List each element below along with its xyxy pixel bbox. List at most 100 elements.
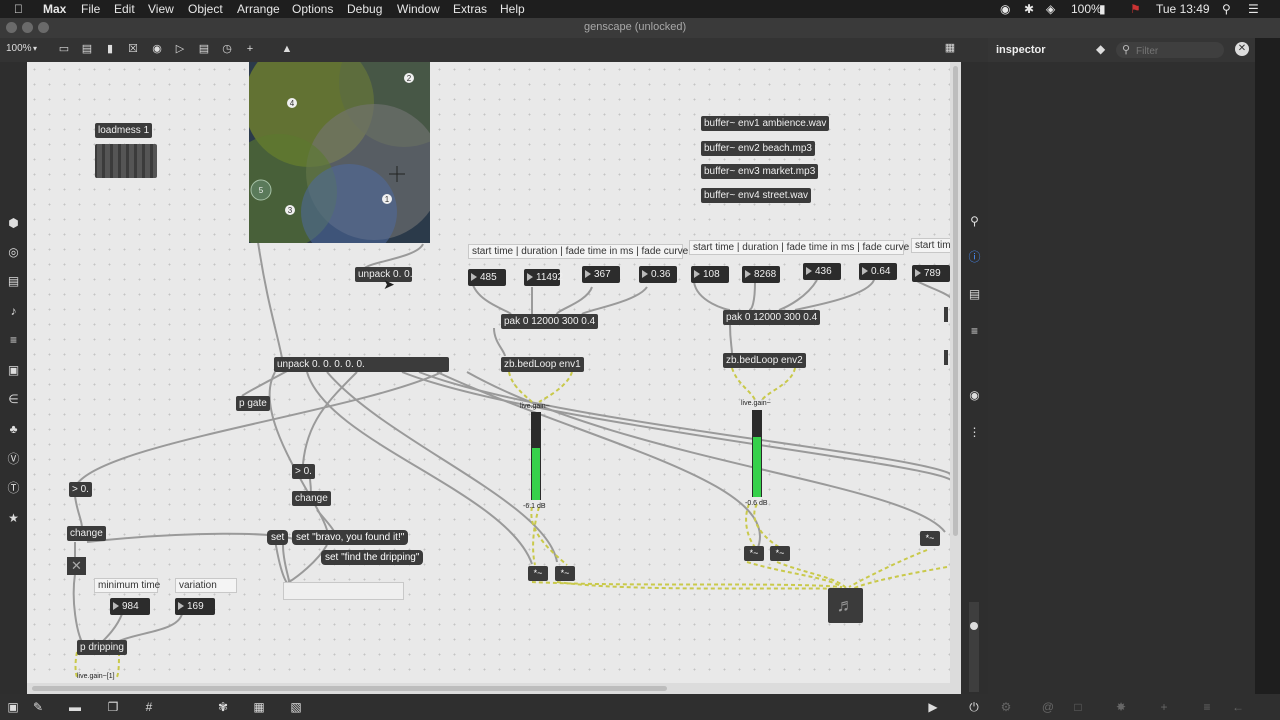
new-message-icon[interactable]: ▤: [81, 43, 93, 55]
add-object-icon[interactable]: +: [244, 43, 256, 55]
filter-input[interactable]: [1134, 43, 1222, 59]
number-box-fade-time[interactable]: 367: [582, 266, 620, 283]
at-icon[interactable]: @: [1041, 700, 1055, 714]
bluetooth-icon[interactable]: ✱: [1024, 2, 1034, 16]
number-box-fade-curve[interactable]: 0.64: [859, 263, 897, 280]
menu-object[interactable]: Object: [188, 2, 223, 16]
multiply-signal-object[interactable]: *~: [555, 566, 575, 581]
volume-slider-knob[interactable]: [970, 622, 978, 630]
wifi-icon[interactable]: ◈: [1046, 2, 1055, 16]
change-object[interactable]: change: [292, 491, 331, 506]
notification-center-icon[interactable]: ☰: [1248, 2, 1259, 16]
grid-icon[interactable]: #: [142, 700, 156, 714]
number-box-duration[interactable]: 8268: [742, 266, 780, 283]
number-box-min-time[interactable]: 984: [110, 598, 150, 615]
live-gain-meter[interactable]: [752, 410, 762, 497]
dial-object-icon[interactable]: ◷: [221, 43, 233, 55]
camera-icon[interactable]: ◉: [967, 388, 982, 403]
menu-max[interactable]: Max: [43, 2, 66, 16]
number-box-start-time[interactable]: 485: [468, 269, 506, 286]
number-object-icon[interactable]: ▷: [174, 43, 186, 55]
music-note-icon[interactable]: ♪: [6, 304, 21, 319]
change-object[interactable]: change: [67, 526, 106, 541]
v-icon[interactable]: Ⓥ: [6, 452, 21, 467]
number-box-start-time[interactable]: 108: [691, 266, 729, 283]
edit-mode-icon[interactable]: ✎: [31, 700, 45, 714]
multiply-signal-object[interactable]: *~: [528, 566, 548, 581]
spotlight-icon[interactable]: ⚲: [1222, 2, 1231, 16]
image-icon[interactable]: ▣: [6, 363, 21, 378]
live-gain-meter[interactable]: [531, 412, 541, 500]
paperclip-icon[interactable]: ∈: [6, 392, 21, 407]
play-icon[interactable]: ▶: [926, 700, 940, 714]
unpack-object[interactable]: unpack 0. 0. 0. 0. 0.: [274, 357, 449, 372]
greater-than-object[interactable]: > 0.: [292, 464, 315, 479]
frame-icon[interactable]: □: [1071, 700, 1085, 714]
slider-object-icon[interactable]: ▤: [198, 43, 210, 55]
number-box-duration[interactable]: 11492: [524, 269, 563, 286]
menu-view[interactable]: View: [148, 2, 174, 16]
filter-field[interactable]: ⚲: [1116, 42, 1224, 59]
comment-icon[interactable]: ▮: [104, 43, 116, 55]
list-icon[interactable]: ≡: [967, 324, 982, 339]
record-icon[interactable]: ◉: [1000, 2, 1010, 16]
dripping-message[interactable]: set "find the dripping": [321, 550, 424, 565]
search-icon[interactable]: ⚲: [967, 214, 982, 229]
apple-menu-icon[interactable]: : [14, 2, 23, 16]
horizontal-scroll-thumb[interactable]: [32, 686, 667, 691]
menu-window[interactable]: Window: [397, 2, 440, 16]
book-icon[interactable]: ▤: [967, 287, 982, 302]
new-object-icon[interactable]: ▭: [58, 43, 70, 55]
puzzle-icon[interactable]: ♣: [6, 422, 21, 437]
nodes-xy-display[interactable]: 1 2 3 4 5: [249, 62, 430, 243]
diamond-icon[interactable]: ◆: [1096, 42, 1105, 56]
pak-object[interactable]: pak 0 12000 300 0.4: [501, 314, 599, 329]
grid-icon[interactable]: ▦: [942, 42, 958, 54]
windows-icon[interactable]: ❐: [106, 700, 120, 714]
clock[interactable]: Tue 13:49: [1156, 2, 1210, 16]
volume-slider[interactable]: [969, 602, 979, 692]
multiply-signal-object[interactable]: *~: [920, 531, 940, 546]
comment-display[interactable]: [283, 582, 404, 600]
settings-icon[interactable]: ✸: [1114, 700, 1128, 714]
multiply-signal-object[interactable]: *~: [744, 546, 764, 561]
star-icon[interactable]: ★: [6, 511, 21, 526]
matrixctrl[interactable]: [95, 144, 157, 178]
gear-icon[interactable]: ⚙: [999, 700, 1013, 714]
close-icon[interactable]: ✕: [1235, 42, 1249, 56]
buffer-object[interactable]: buffer~ env3 market.mp3: [701, 164, 819, 179]
set-message[interactable]: set: [267, 530, 289, 545]
close-window-button[interactable]: [6, 22, 17, 33]
presentation-icon[interactable]: ▬: [68, 700, 82, 714]
lock-icon[interactable]: ▣: [6, 700, 20, 714]
power-icon[interactable]: ⏻: [967, 700, 981, 714]
battery-icon[interactable]: ▮: [1099, 2, 1106, 16]
menu-options[interactable]: Options: [292, 2, 333, 16]
number-box-fade-curve[interactable]: 0.36: [639, 266, 677, 283]
p-gate-object[interactable]: p gate: [236, 396, 270, 411]
add-icon[interactable]: +: [1157, 700, 1171, 714]
greater-than-object[interactable]: > 0.: [69, 482, 92, 497]
zoom-window-button[interactable]: [38, 22, 49, 33]
menu-extras[interactable]: Extras: [453, 2, 487, 16]
buffer-object[interactable]: buffer~ env4 street.wav: [701, 188, 812, 203]
flag-icon[interactable]: ⚑: [1130, 2, 1141, 16]
menu-help[interactable]: Help: [500, 2, 525, 16]
vertical-scrollbar[interactable]: [950, 62, 961, 683]
horizontal-scrollbar[interactable]: [27, 683, 961, 694]
menu-debug[interactable]: Debug: [347, 2, 382, 16]
p-dripping-object[interactable]: p dripping: [77, 640, 127, 655]
buffer-object[interactable]: buffer~ env2 beach.mp3: [701, 141, 815, 156]
number-box-start-time[interactable]: 789: [912, 265, 950, 282]
number-box-fade-time[interactable]: 436: [803, 263, 841, 280]
bedloop-object[interactable]: zb.bedLoop env1: [501, 357, 584, 372]
minimize-window-button[interactable]: [22, 22, 33, 33]
circle-icon[interactable]: ◎: [6, 245, 21, 260]
mixer-icon[interactable]: ⋮: [967, 425, 982, 440]
info-icon[interactable]: ⓘ: [967, 250, 982, 265]
window-icon[interactable]: ▤: [6, 274, 21, 289]
menu-arrange[interactable]: Arrange: [237, 2, 280, 16]
paint-bucket-icon[interactable]: ▲: [281, 43, 293, 55]
buffer-object[interactable]: buffer~ env1 ambience.wav: [701, 116, 830, 131]
pak-object[interactable]: pak 0 12000 300 0.4: [723, 310, 821, 325]
